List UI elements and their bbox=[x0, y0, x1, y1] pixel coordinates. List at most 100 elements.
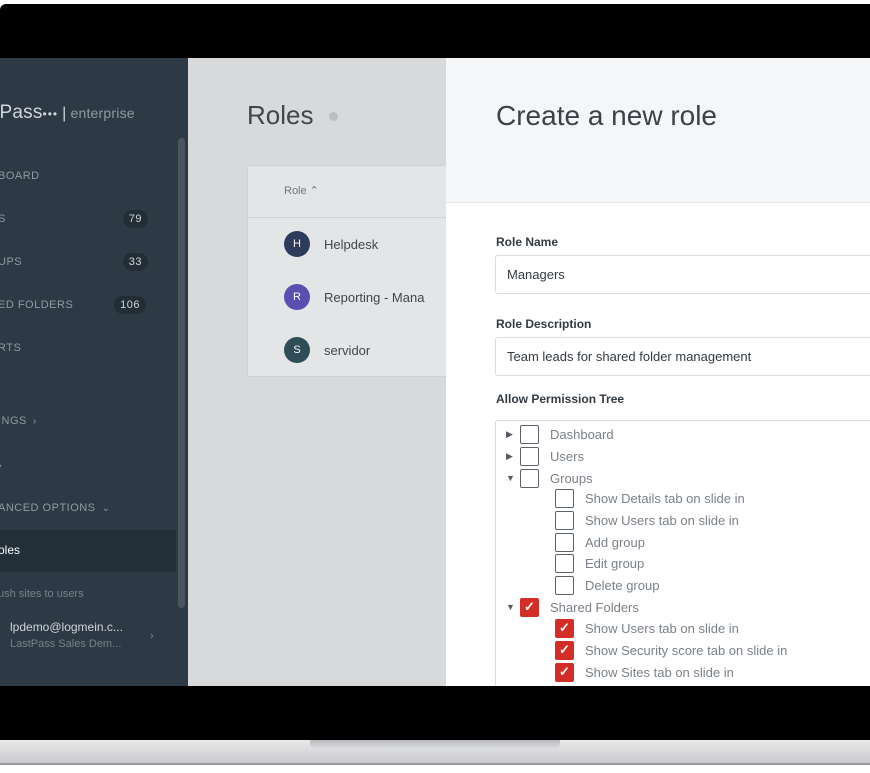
account-org: LastPass Sales Dem... bbox=[10, 638, 122, 650]
table-row[interactable]: S servidor bbox=[284, 337, 370, 363]
roles-table: Role ⌃ H Helpdesk R Reporting - Mana S s… bbox=[247, 165, 467, 377]
sidebar-item-advanced-options[interactable]: ANCED OPTIONS ⌄ bbox=[0, 496, 176, 520]
chevron-right-icon: › bbox=[32, 416, 37, 427]
sidebar-item-users[interactable]: S 79 bbox=[0, 207, 176, 231]
divider bbox=[248, 217, 466, 218]
logo-edition: enterprise bbox=[70, 105, 135, 121]
expand-arrow-icon[interactable]: ▶ bbox=[506, 429, 520, 440]
tree-node-label: Dashboard bbox=[550, 426, 614, 442]
tree-node-label: Show Users tab on slide in bbox=[585, 512, 739, 528]
users-count-badge: 79 bbox=[122, 210, 148, 228]
tree-node-label: Show Users tab on slide in bbox=[585, 620, 739, 636]
sidebar-item-label: BOARD bbox=[0, 170, 40, 182]
checkbox-checked[interactable]: ✓ bbox=[555, 662, 574, 682]
sidebar-item-label: ANCED OPTIONS bbox=[0, 502, 96, 514]
chevron-right-icon: › bbox=[0, 460, 2, 472]
avatar: R bbox=[284, 284, 310, 310]
sidebar-scrollbar[interactable] bbox=[178, 138, 185, 608]
tree-node-label: Show Security score tab on slide in bbox=[585, 642, 788, 658]
screen-bezel-top bbox=[0, 4, 870, 58]
permission-tree: ▶ Dashboard ▶ Users ▼ Groups Show Detail… bbox=[495, 420, 870, 686]
checkbox[interactable] bbox=[520, 468, 539, 488]
panel-title: Create a new role bbox=[496, 100, 718, 131]
tree-node-sf-show-security-score-tab[interactable]: ✓ Show Security score tab on slide in bbox=[555, 640, 787, 660]
role-name: servidor bbox=[324, 342, 371, 358]
tree-node-label: Users bbox=[550, 448, 584, 464]
collapse-arrow-icon[interactable]: ▼ bbox=[506, 473, 520, 483]
shared-folders-count-badge: 106 bbox=[114, 296, 146, 314]
sidebar-item-settings[interactable]: INGS › bbox=[0, 409, 176, 433]
checkbox[interactable] bbox=[555, 488, 574, 508]
avatar: H bbox=[284, 231, 310, 257]
logo-brand: tPass bbox=[0, 102, 43, 123]
checkbox[interactable] bbox=[555, 532, 574, 552]
tree-node-sf-show-sites-tab[interactable]: ✓ Show Sites tab on slide in bbox=[555, 662, 734, 682]
logo-dots: ••• bbox=[42, 107, 59, 121]
sidebar-item-label: RTS bbox=[0, 342, 22, 354]
account-email: lpdemo@logmein.c... bbox=[10, 620, 123, 634]
checkbox-checked[interactable]: ✓ bbox=[520, 597, 539, 617]
sidebar-item-reports[interactable]: RTS bbox=[0, 336, 176, 360]
sidebar: tPass•••|enterprise BOARD S 79 UPS 33 ED… bbox=[0, 58, 188, 686]
sidebar-item-label: oles bbox=[0, 543, 21, 557]
logo-separator: | bbox=[62, 105, 67, 122]
role-name-input[interactable]: Managers bbox=[495, 255, 870, 294]
screen-bezel-bottom bbox=[0, 686, 870, 740]
checkbox-checked[interactable]: ✓ bbox=[555, 640, 574, 660]
table-row[interactable]: H Helpdesk bbox=[284, 231, 378, 257]
checkbox[interactable] bbox=[520, 446, 539, 466]
page-title: Roles bbox=[247, 100, 314, 130]
role-name: Reporting - Mana bbox=[324, 289, 425, 305]
sidebar-item-shared-folders[interactable]: ED FOLDERS 106 bbox=[0, 293, 176, 317]
panel-header: Create a new role bbox=[446, 58, 870, 203]
sidebar-item-roles[interactable]: oles bbox=[0, 530, 176, 572]
sidebar-item-label: ED FOLDERS bbox=[0, 299, 74, 311]
checkbox-checked[interactable]: ✓ bbox=[555, 618, 574, 638]
sidebar-item-push-sites[interactable]: ush sites to users bbox=[0, 588, 84, 600]
sidebar-item-dashboard[interactable]: BOARD bbox=[0, 164, 176, 188]
tree-node-label: Show Sites tab on slide in bbox=[585, 664, 734, 680]
checkbox[interactable] bbox=[520, 424, 539, 444]
tree-node-show-users-tab[interactable]: Show Users tab on slide in bbox=[555, 510, 739, 530]
tree-node-dashboard[interactable]: ▶ Dashboard bbox=[506, 424, 614, 444]
role-description-input[interactable]: Team leads for shared folder management bbox=[495, 337, 870, 376]
app-screen: tPass•••|enterprise BOARD S 79 UPS 33 ED… bbox=[0, 58, 870, 686]
checkbox[interactable] bbox=[555, 553, 574, 573]
tree-node-label: Delete group bbox=[585, 577, 660, 593]
chevron-right-icon: › bbox=[150, 630, 154, 642]
tree-node-label: Show Details tab on slide in bbox=[585, 490, 745, 506]
checkbox[interactable] bbox=[555, 575, 574, 595]
collapse-arrow-icon[interactable]: ▼ bbox=[506, 602, 520, 612]
sidebar-item-label: UPS bbox=[0, 256, 23, 268]
tree-node-show-details-tab[interactable]: Show Details tab on slide in bbox=[555, 488, 745, 508]
tree-node-label: Add group bbox=[585, 534, 645, 550]
sidebar-item-collapsed[interactable]: › bbox=[0, 454, 176, 478]
role-description-label: Role Description bbox=[496, 317, 592, 331]
sidebar-item-label: S bbox=[0, 213, 6, 225]
permission-tree-label: Allow Permission Tree bbox=[496, 392, 625, 406]
tree-node-sf-show-users-tab[interactable]: ✓ Show Users tab on slide in bbox=[555, 618, 739, 638]
tree-node-edit-group[interactable]: Edit group bbox=[555, 553, 644, 573]
create-role-panel: Create a new role Role Name Managers Rol… bbox=[446, 58, 870, 686]
tree-node-add-group[interactable]: Add group bbox=[555, 532, 645, 552]
tree-node-label: Shared Folders bbox=[550, 599, 639, 615]
sidebar-item-groups[interactable]: UPS 33 bbox=[0, 250, 176, 274]
chevron-down-icon: ⌄ bbox=[101, 503, 111, 514]
role-name: Helpdesk bbox=[324, 236, 379, 252]
laptop-hinge bbox=[310, 740, 560, 749]
tree-node-label: Edit group bbox=[585, 555, 645, 571]
expand-arrow-icon[interactable]: ▶ bbox=[506, 451, 520, 462]
groups-count-badge: 33 bbox=[122, 253, 148, 271]
tree-node-users[interactable]: ▶ Users bbox=[506, 446, 584, 466]
tree-node-delete-group[interactable]: Delete group bbox=[555, 575, 659, 595]
tree-node-shared-folders[interactable]: ▼ ✓ Shared Folders bbox=[506, 597, 639, 617]
info-icon[interactable] bbox=[329, 112, 338, 121]
tree-node-groups[interactable]: ▼ Groups bbox=[506, 468, 593, 488]
checkbox[interactable] bbox=[555, 510, 574, 530]
role-name-label: Role Name bbox=[496, 235, 559, 249]
account-menu[interactable]: lpdemo@logmein.c... LastPass Sales Dem..… bbox=[10, 620, 123, 650]
column-header-role[interactable]: Role ⌃ bbox=[284, 184, 319, 197]
tree-node-label: Groups bbox=[550, 470, 593, 486]
laptop-frame: tPass•••|enterprise BOARD S 79 UPS 33 ED… bbox=[0, 0, 870, 773]
table-row[interactable]: R Reporting - Mana bbox=[284, 284, 424, 310]
